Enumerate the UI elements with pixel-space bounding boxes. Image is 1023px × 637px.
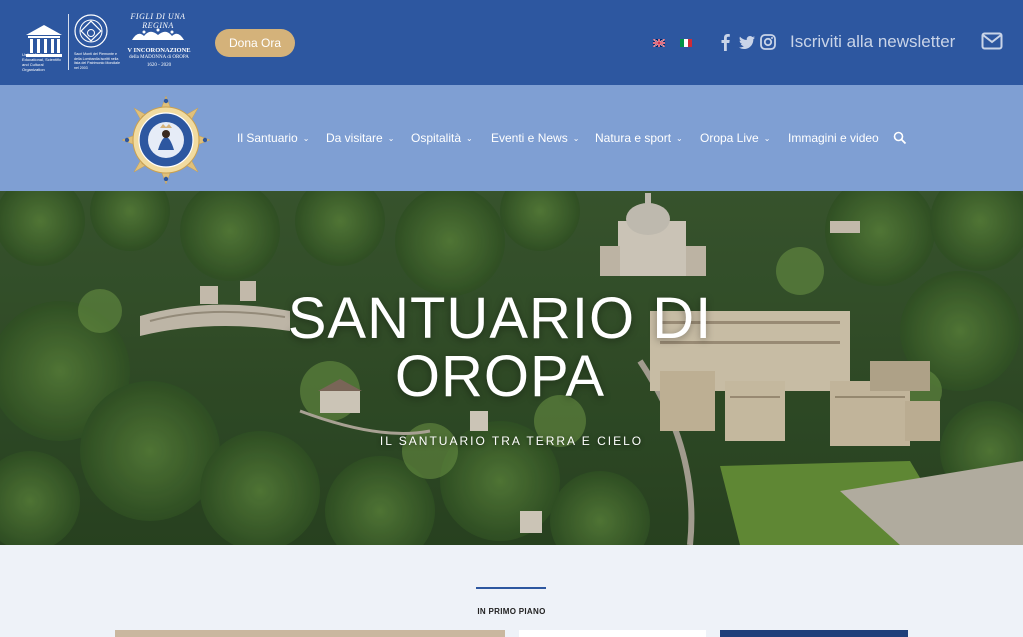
nav-label: Eventi e News [491,131,568,145]
chevron-down-icon: ⌄ [763,133,771,143]
facebook-icon[interactable] [717,32,735,52]
nav-oropa-live[interactable]: Oropa Live ⌄ [700,131,770,145]
hero-subtitle: IL SANTUARIO TRA TERRA E CIELO [379,434,644,448]
featured-card[interactable] [115,630,505,637]
chevron-down-icon: ⌄ [572,133,580,143]
mail-icon[interactable] [981,32,1003,50]
donate-button[interactable]: Dona Ora [215,29,295,57]
chevron-down-icon: ⌄ [466,133,473,143]
hero-title-line2: OROPA [394,344,606,409]
nav-il-santuario[interactable]: Il Santuario ⌄ [237,131,309,145]
nav-ospitalita[interactable]: Ospitalità ⌄ [411,131,473,145]
nav-label: Natura e sport [595,131,672,145]
crown-icon [132,28,184,40]
world-heritage-caption: Sacri Monti del Piemonte e della Lombard… [74,52,120,70]
chevron-down-icon: ⌄ [302,133,310,143]
unesco-caption: United Nations Educational, Scientific a… [22,52,62,72]
nav-label: Oropa Live [700,131,759,145]
section-divider [476,587,546,589]
nav-eventi-e-news[interactable]: Eventi e News ⌄ [491,131,579,145]
nav-label: Ospitalità [411,131,462,145]
santuario-logo[interactable] [120,94,212,186]
nav-label: Immagini e video [788,131,879,145]
it-flag-icon[interactable] [680,39,692,47]
en-flag-icon[interactable] [653,39,665,47]
figli-line1: V INCORONAZIONE [127,47,191,54]
section-heading: IN PRIMO PIANO [477,607,546,616]
hero-title-line1: SANTUARIO DI [287,286,713,351]
logo-divider [68,14,69,70]
figli-di-una-regina-logo[interactable]: FIGLI DI UNA REGINA V INCORONAZIONE dell… [120,12,198,72]
figli-line2: della MADONNA di OROPA [129,55,189,60]
chevron-down-icon: ⌄ [676,133,683,143]
world-heritage-logo[interactable] [74,14,108,48]
figli-line3: 1620 - 2020 [146,63,172,68]
nav-immagini-e-video[interactable]: Immagini e video [788,131,879,145]
instagram-icon[interactable] [759,32,777,52]
twitter-icon[interactable] [737,32,757,52]
search-icon[interactable] [893,131,907,145]
nav-label: Il Santuario [237,131,298,145]
featured-card[interactable] [720,630,908,637]
chevron-down-icon: ⌄ [387,133,395,143]
nav-label: Da visitare [326,131,383,145]
newsletter-link[interactable]: Iscriviti alla newsletter [790,32,955,52]
hero-title: SANTUARIO DI OROPA [0,290,1000,406]
featured-card[interactable] [519,630,706,637]
nav-da-visitare[interactable]: Da visitare ⌄ [326,131,394,145]
nav-natura-e-sport[interactable]: Natura e sport ⌄ [595,131,683,145]
